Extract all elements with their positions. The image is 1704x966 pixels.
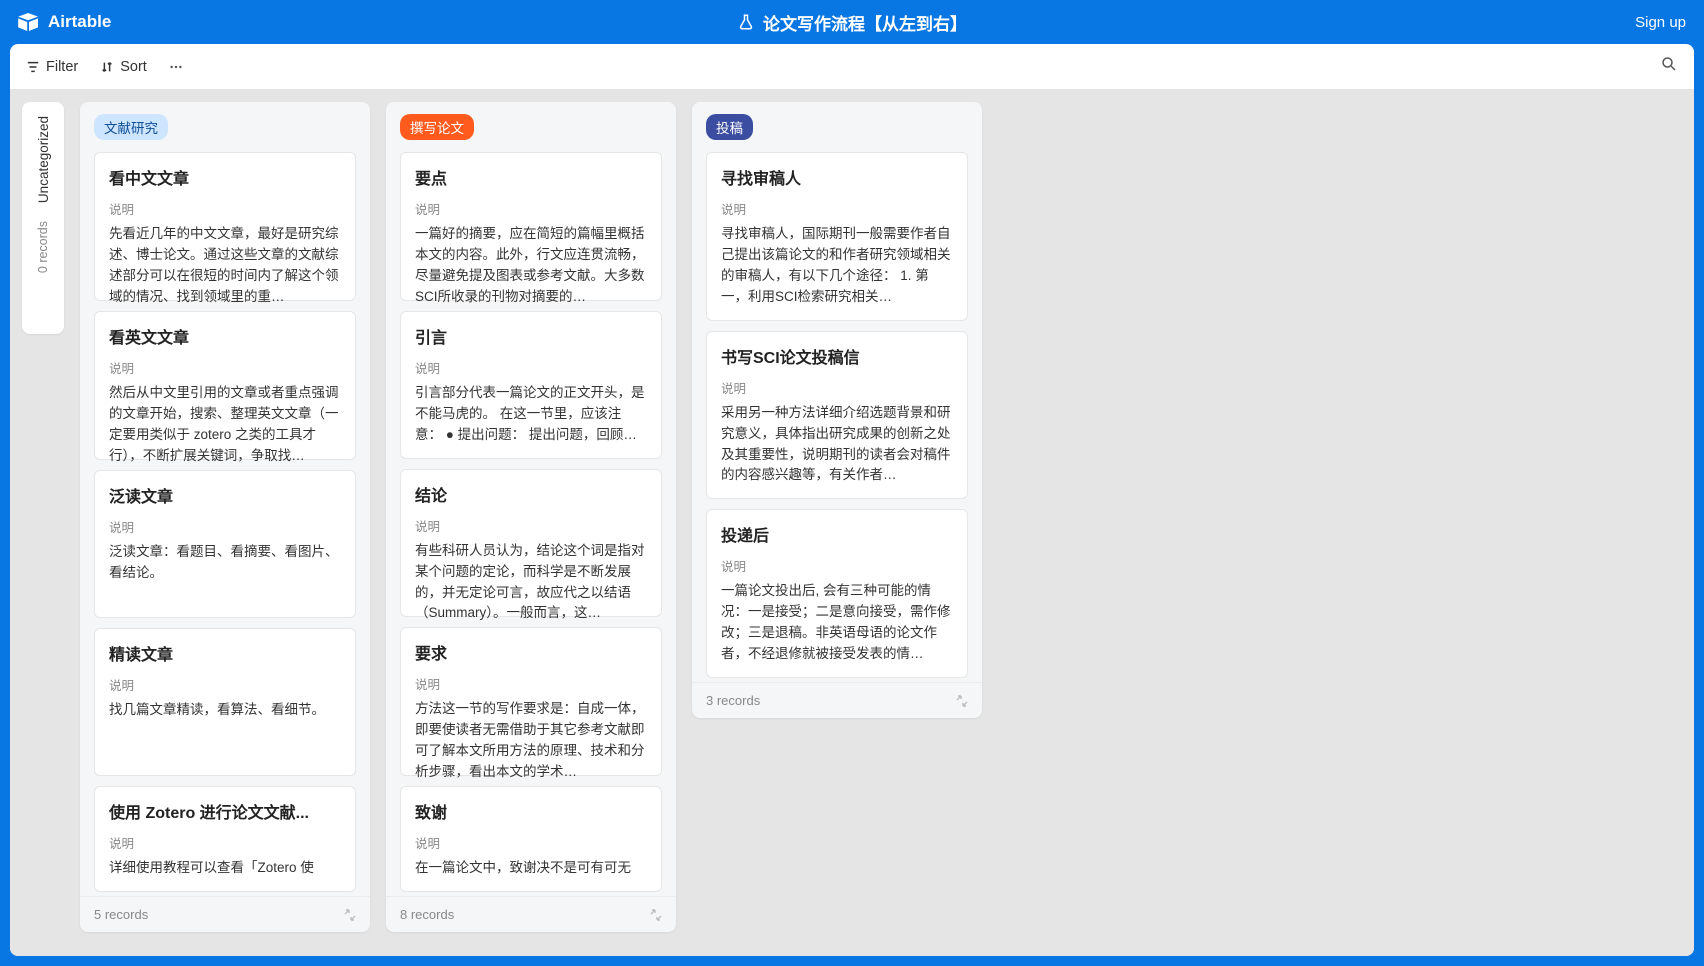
card-body: 泛读文章：看题目、看摘要、看图片、看结论。 — [109, 542, 341, 584]
card-field-label: 说明 — [415, 833, 647, 852]
card-body: 先看近几年的中文文章，最好是研究综述、博士论文。通过这些文章的文献综述部分可以在… — [109, 224, 341, 308]
stack-footer: 3 records — [692, 682, 982, 718]
card-field-label: 说明 — [109, 517, 341, 536]
filter-icon — [26, 60, 40, 74]
stack-pill[interactable]: 文献研究 — [94, 114, 168, 140]
search-button[interactable] — [1660, 55, 1678, 78]
card-title: 要点 — [415, 165, 647, 189]
card-title: 看中文文章 — [109, 165, 341, 189]
airtable-logo-icon — [18, 13, 40, 31]
card-field-label: 说明 — [721, 378, 953, 397]
card-field-label: 说明 — [109, 199, 341, 218]
card[interactable]: 致谢 说明 在一篇论文中，致谢决不是可有可无 — [400, 786, 662, 892]
stack-cards[interactable]: 要点 说明 一篇好的摘要，应在简短的篇幅里概括本文的内容。此外，行文应连贯流畅，… — [386, 148, 676, 896]
card-field-label: 说明 — [415, 358, 647, 377]
card-title: 寻找审稿人 — [721, 165, 953, 189]
stack-cards[interactable]: 寻找审稿人 说明 寻找审稿人，国际期刊一般需要作者自己提出该篇论文的和作者研究领… — [692, 148, 982, 682]
filter-button[interactable]: Filter — [26, 59, 78, 75]
collapse-icon[interactable] — [650, 909, 662, 921]
brand[interactable]: Airtable — [18, 12, 111, 32]
card-body: 引言部分代表一篇论文的正文开头，是不能马虎的。 在这一节里，应该注意： ● 提出… — [415, 383, 647, 446]
search-icon — [1660, 55, 1678, 73]
uncategorized-label: Uncategorized — [36, 116, 51, 203]
stack-footer: 5 records — [80, 896, 370, 932]
card-title: 要求 — [415, 640, 647, 664]
stack-cards[interactable]: 看中文文章 说明 先看近几年的中文文章，最好是研究综述、博士论文。通过这些文章的… — [80, 148, 370, 896]
card-field-label: 说明 — [415, 674, 647, 693]
card-field-label: 说明 — [109, 358, 341, 377]
card-body: 采用另一种方法详细介绍选题背景和研究意义，具体指出研究成果的创新之处及其重要性，… — [721, 403, 953, 487]
card-title: 精读文章 — [109, 641, 341, 665]
card[interactable]: 引言 说明 引言部分代表一篇论文的正文开头，是不能马虎的。 在这一节里，应该注意… — [400, 311, 662, 459]
card[interactable]: 结论 说明 有些科研人员认为，结论这个词是指对某个问题的定论，而科学是不断发展的… — [400, 469, 662, 618]
card-field-label: 说明 — [721, 199, 953, 218]
stack-pill[interactable]: 撰写论文 — [400, 114, 474, 140]
card[interactable]: 看中文文章 说明 先看近几年的中文文章，最好是研究综述、博士论文。通过这些文章的… — [94, 152, 356, 301]
brand-text: Airtable — [48, 12, 111, 32]
card-field-label: 说明 — [721, 556, 953, 575]
flask-icon — [737, 13, 755, 31]
record-count: 5 records — [94, 907, 148, 922]
stack-footer: 8 records — [386, 896, 676, 932]
sort-label: Sort — [120, 59, 147, 75]
card[interactable]: 书写SCI论文投稿信 说明 采用另一种方法详细介绍选题背景和研究意义，具体指出研… — [706, 331, 968, 500]
card-body: 在一篇论文中，致谢决不是可有可无 — [415, 858, 647, 879]
card-body: 一篇好的摘要，应在简短的篇幅里概括本文的内容。此外，行文应连贯流畅，尽量避免提及… — [415, 224, 647, 308]
sort-button[interactable]: Sort — [100, 59, 147, 75]
card-title: 投递后 — [721, 522, 953, 546]
card-body: 详细使用教程可以查看「Zotero 使 — [109, 858, 341, 879]
card-title: 使用 Zotero 进行论文文献... — [109, 799, 341, 823]
filter-label: Filter — [46, 59, 78, 75]
card[interactable]: 精读文章 说明 找几篇文章精读，看算法、看细节。 — [94, 628, 356, 776]
card[interactable]: 看英文文章 说明 然后从中文里引用的文章或者重点强调的文章开始，搜索、整理英文文… — [94, 311, 356, 460]
card-title: 书写SCI论文投稿信 — [721, 344, 953, 368]
page-title: 论文写作流程【从左到右】 — [737, 10, 967, 35]
card-title: 致谢 — [415, 799, 647, 823]
card-body: 方法这一节的写作要求是：自成一体，即要使读者无需借助于其它参考文献即可了解本文所… — [415, 699, 647, 783]
card-body: 寻找审稿人，国际期刊一般需要作者自己提出该篇论文的和作者研究领域相关的审稿人，有… — [721, 224, 953, 308]
card-field-label: 说明 — [109, 675, 341, 694]
card-title: 引言 — [415, 324, 647, 348]
card-body: 找几篇文章精读，看算法、看细节。 — [109, 700, 341, 721]
card[interactable]: 寻找审稿人 说明 寻找审稿人，国际期刊一般需要作者自己提出该篇论文的和作者研究领… — [706, 152, 968, 321]
stack-writing: 撰写论文 要点 说明 一篇好的摘要，应在简短的篇幅里概括本文的内容。此外，行文应… — [386, 102, 676, 932]
more-button[interactable] — [169, 60, 183, 74]
card-body: 然后从中文里引用的文章或者重点强调的文章开始，搜索、整理英文文章（一定要用类似于… — [109, 383, 341, 467]
card[interactable]: 要点 说明 一篇好的摘要，应在简短的篇幅里概括本文的内容。此外，行文应连贯流畅，… — [400, 152, 662, 301]
card-title: 泛读文章 — [109, 483, 341, 507]
sort-icon — [100, 60, 114, 74]
uncategorized-count: 0 records — [36, 221, 50, 273]
card-body: 一篇论文投出后, 会有三种可能的情况：一是接受；二是意向接受，需作修改；三是退稿… — [721, 581, 953, 665]
signup-link[interactable]: Sign up — [1635, 14, 1686, 31]
card-title: 结论 — [415, 482, 647, 506]
page-title-text: 论文写作流程【从左到右】 — [763, 10, 967, 35]
card-title: 看英文文章 — [109, 324, 341, 348]
card[interactable]: 使用 Zotero 进行论文文献... 说明 详细使用教程可以查看「Zotero… — [94, 786, 356, 892]
card-field-label: 说明 — [109, 833, 341, 852]
collapse-icon[interactable] — [956, 695, 968, 707]
stack-research: 文献研究 看中文文章 说明 先看近几年的中文文章，最好是研究综述、博士论文。通过… — [80, 102, 370, 932]
collapse-icon[interactable] — [344, 909, 356, 921]
card[interactable]: 要求 说明 方法这一节的写作要求是：自成一体，即要使读者无需借助于其它参考文献即… — [400, 627, 662, 776]
card[interactable]: 泛读文章 说明 泛读文章：看题目、看摘要、看图片、看结论。 — [94, 470, 356, 618]
toolbar: Filter Sort — [10, 44, 1694, 90]
card-body: 有些科研人员认为，结论这个词是指对某个问题的定论，而科学是不断发展的，并无定论可… — [415, 541, 647, 625]
stack-pill[interactable]: 投稿 — [706, 114, 753, 140]
card-field-label: 说明 — [415, 516, 647, 535]
record-count: 3 records — [706, 693, 760, 708]
kanban-board: Uncategorized 0 records 文献研究 看中文文章 说明 先看… — [10, 90, 1694, 956]
card[interactable]: 投递后 说明 一篇论文投出后, 会有三种可能的情况：一是接受；二是意向接受，需作… — [706, 509, 968, 678]
record-count: 8 records — [400, 907, 454, 922]
stack-submit: 投稿 寻找审稿人 说明 寻找审稿人，国际期刊一般需要作者自己提出该篇论文的和作者… — [692, 102, 982, 718]
more-icon — [169, 60, 183, 74]
uncategorized-stack[interactable]: Uncategorized 0 records — [22, 102, 64, 334]
card-field-label: 说明 — [415, 199, 647, 218]
